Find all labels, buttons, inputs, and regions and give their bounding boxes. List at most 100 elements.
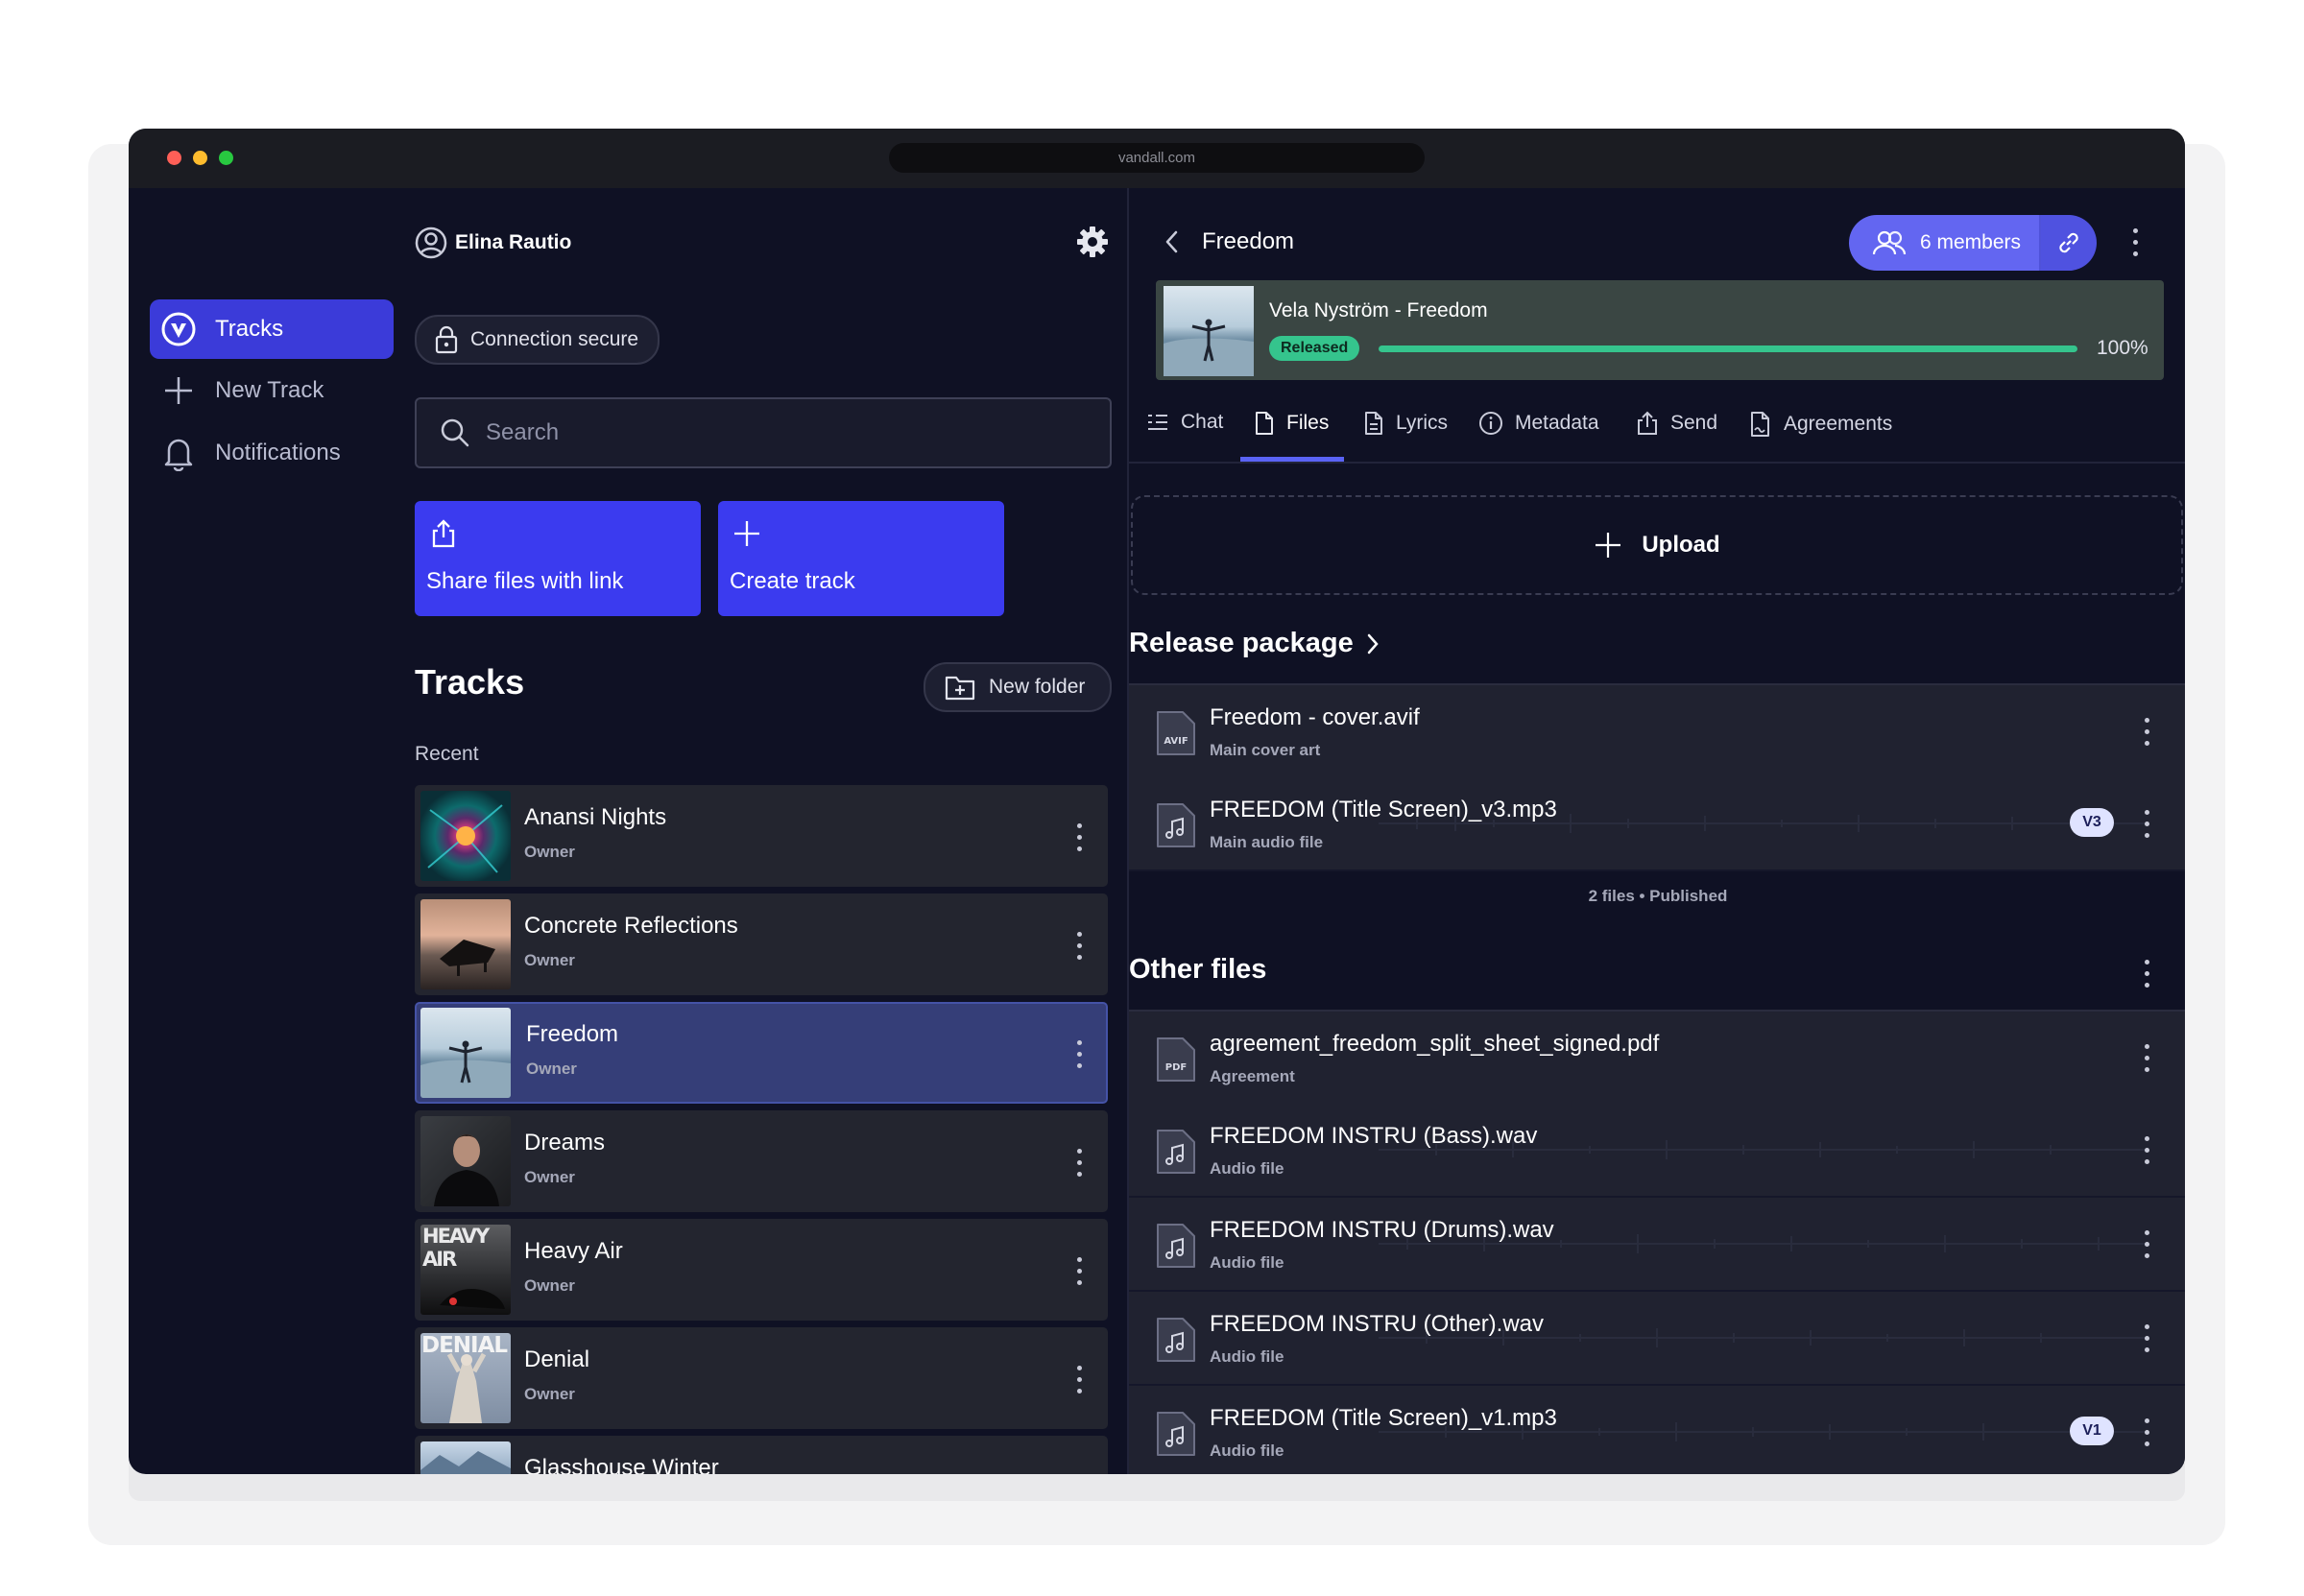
minimize-window-button[interactable] (193, 151, 207, 165)
file-name: Freedom - cover.avif (1210, 704, 1420, 730)
sidebar-item-notifications[interactable]: Notifications (150, 423, 394, 483)
contract-icon (1749, 411, 1772, 438)
file-row[interactable]: FREEDOM INSTRU (Other).wav Audio file (1129, 1292, 2185, 1386)
file-name: agreement_freedom_split_sheet_signed.pdf (1210, 1031, 1660, 1057)
file-menu-icon[interactable] (2145, 1136, 2150, 1165)
close-window-button[interactable] (167, 151, 181, 165)
release-progress-label: 100% (2097, 337, 2148, 359)
sidebar-item-label: Notifications (215, 440, 341, 465)
tracks-heading: Tracks (415, 662, 525, 702)
track-row-freedom[interactable]: Freedom Owner (415, 1002, 1108, 1104)
share-files-label: Share files with link (426, 568, 624, 594)
file-menu-icon[interactable] (2145, 1044, 2150, 1073)
tab-chat[interactable]: Chat (1146, 411, 1223, 434)
file-name: FREEDOM (Title Screen)_v3.mp3 (1210, 797, 1557, 822)
release-package-heading[interactable]: Release package (1129, 628, 1380, 659)
sidebar-item-label: Tracks (215, 316, 284, 342)
create-track-label: Create track (730, 568, 855, 594)
recent-section-label: Recent (415, 743, 479, 765)
file-icon (1254, 411, 1275, 436)
tab-label: Files (1286, 412, 1330, 434)
detail-menu-icon[interactable] (2133, 228, 2139, 257)
track-row-dreams[interactable]: Dreams Owner (415, 1110, 1108, 1212)
share-files-button[interactable]: Share files with link (415, 501, 701, 616)
track-name: Concrete Reflections (524, 913, 738, 939)
track-menu-icon[interactable] (1077, 823, 1083, 852)
document-icon (1363, 411, 1384, 436)
search-input[interactable]: Search (415, 397, 1112, 468)
upload-dropzone[interactable]: Upload (1131, 495, 2183, 595)
track-role: Owner (524, 843, 575, 861)
track-name: Anansi Nights (524, 804, 667, 830)
track-artwork (420, 791, 511, 881)
file-name: FREEDOM INSTRU (Other).wav (1210, 1311, 1545, 1337)
release-card: Vela Nyström - Freedom Released 100% (1156, 280, 2164, 380)
file-description: Main audio file (1210, 833, 1324, 851)
tab-agreements[interactable]: Agreements (1749, 411, 1892, 438)
file-row[interactable]: PDF agreement_freedom_split_sheet_signed… (1129, 1010, 2185, 1106)
audio-file-icon (1156, 1411, 1196, 1457)
back-chevron-icon[interactable] (1164, 228, 1181, 255)
audio-file-icon (1156, 1223, 1196, 1269)
track-artwork: DENIAL (420, 1333, 511, 1423)
avif-file-icon: AVIF (1156, 710, 1196, 756)
address-bar[interactable]: vandall.com (889, 143, 1425, 173)
file-menu-icon[interactable] (2145, 1418, 2150, 1447)
copy-link-button[interactable] (2039, 215, 2097, 271)
user-profile[interactable]: Elina Rautio (415, 226, 571, 259)
tab-lyrics[interactable]: Lyrics (1363, 411, 1448, 436)
logo-v-icon (159, 310, 198, 348)
share-icon (1636, 411, 1659, 436)
track-role: Owner (524, 1168, 575, 1186)
file-row[interactable]: FREEDOM (Title Screen)_v1.mp3 Audio file… (1129, 1386, 2185, 1474)
track-menu-icon[interactable] (1077, 932, 1083, 961)
share-icon (428, 518, 459, 549)
sidebar-item-new-track[interactable]: New Track (150, 361, 394, 420)
detail-title: Freedom (1202, 228, 1295, 254)
track-name: Denial (524, 1346, 590, 1372)
track-row-concrete-reflections[interactable]: Concrete Reflections Owner (415, 893, 1108, 995)
file-row[interactable]: AVIF Freedom - cover.avif Main cover art (1129, 683, 2185, 779)
settings-gear-icon[interactable] (1075, 225, 1110, 259)
track-row-anansi-nights[interactable]: Anansi Nights Owner (415, 785, 1108, 887)
release-status-badge: Released (1269, 336, 1360, 361)
file-menu-icon[interactable] (2145, 1230, 2150, 1259)
link-icon (2055, 229, 2082, 256)
members-button[interactable]: 6 members (1849, 215, 2039, 271)
track-row-denial[interactable]: DENIAL Denial Owner (415, 1327, 1108, 1429)
track-role: Owner (526, 1060, 577, 1078)
track-row-glasshouse-winter[interactable]: Glasshouse Winter Owner (415, 1436, 1108, 1474)
file-row[interactable]: FREEDOM INSTRU (Bass).wav Audio file (1129, 1104, 2185, 1198)
file-menu-icon[interactable] (2145, 1324, 2150, 1353)
tab-metadata[interactable]: Metadata (1478, 411, 1599, 436)
file-description: Audio file (1210, 1347, 1284, 1366)
members-button-group: 6 members (1849, 215, 2097, 271)
release-title: Vela Nyström - Freedom (1269, 299, 1488, 322)
plus-icon (159, 371, 198, 410)
file-row[interactable]: FREEDOM INSTRU (Drums).wav Audio file (1129, 1198, 2185, 1292)
track-menu-icon[interactable] (1077, 1040, 1083, 1069)
sidebar-item-label: New Track (215, 377, 324, 403)
chat-list-icon (1146, 412, 1169, 433)
track-menu-icon[interactable] (1077, 1149, 1083, 1178)
search-placeholder: Search (486, 419, 560, 445)
tab-send[interactable]: Send (1636, 411, 1717, 436)
release-package-title: Release package (1129, 628, 1354, 658)
track-menu-icon[interactable] (1077, 1366, 1083, 1394)
track-role: Owner (524, 951, 575, 969)
release-progress-fill (1379, 345, 2077, 352)
file-menu-icon[interactable] (2145, 810, 2150, 839)
tab-files[interactable]: Files (1254, 411, 1329, 436)
file-description: Agreement (1210, 1067, 1295, 1085)
create-track-button[interactable]: Create track (718, 501, 1004, 616)
maximize-window-button[interactable] (219, 151, 233, 165)
file-row[interactable]: FREEDOM (Title Screen)_v3.mp3 Main audio… (1129, 777, 2185, 871)
other-files-menu-icon[interactable] (2145, 960, 2150, 989)
file-menu-icon[interactable] (2145, 718, 2150, 747)
tab-label: Chat (1181, 411, 1224, 433)
new-folder-button[interactable]: New folder (924, 662, 1112, 712)
file-name: FREEDOM INSTRU (Drums).wav (1210, 1217, 1554, 1243)
sidebar-item-tracks[interactable]: Tracks (150, 299, 394, 359)
track-row-heavy-air[interactable]: HEAVY AIR Heavy Air Owner (415, 1219, 1108, 1321)
track-menu-icon[interactable] (1077, 1257, 1083, 1286)
